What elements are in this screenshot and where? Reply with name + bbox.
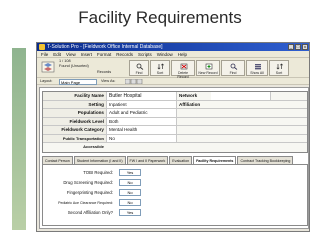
- new-record-label: New Record: [198, 71, 218, 75]
- facility-requirements-panel: TOBI Required: Yes Drug Screening Requir…: [42, 164, 308, 226]
- menu-help[interactable]: Help: [178, 51, 187, 57]
- requirement-row: TOBI Required: Yes: [49, 169, 169, 176]
- layout-bar: Layout: Main Page View As:: [37, 78, 309, 85]
- requirement-row: Drug Screening Required: No: [49, 179, 169, 186]
- facility-name-field[interactable]: Butler Hospital: [107, 92, 177, 100]
- requirement-label: TOBI Required:: [83, 170, 113, 175]
- fieldwork-category-label: Fieldwork Category: [43, 126, 107, 134]
- sort-records-label: Sort: [275, 71, 283, 75]
- requirement-label: Drug Screening Required:: [63, 180, 113, 185]
- app-icon: [39, 44, 45, 50]
- tab-evaluation[interactable]: Evaluation: [169, 156, 193, 164]
- show-all-label: Show All: [250, 71, 264, 75]
- menu-insert[interactable]: Insert: [81, 51, 92, 57]
- public-transportation-field[interactable]: No: [107, 134, 177, 142]
- new-record-button[interactable]: New Record: [196, 60, 220, 76]
- menu-scripts[interactable]: Scripts: [138, 51, 152, 57]
- find-button-label: Find: [135, 71, 143, 75]
- app-window: T-Solution Pro - [Fieldwork Office Inter…: [36, 42, 310, 232]
- requirement-value-field[interactable]: No: [119, 179, 141, 186]
- record-navigator-icon[interactable]: [41, 61, 55, 75]
- populations-field[interactable]: Adult and Pediatric: [107, 109, 177, 117]
- network-affiliation-field[interactable]: [211, 92, 271, 100]
- slide-title: Facility Requirements: [78, 8, 242, 27]
- requirement-label: Pediatric Ace Clearance Required:: [58, 201, 113, 205]
- field-row-setting: Setting Inpatient: [43, 100, 307, 109]
- new-record-icon: [205, 63, 213, 70]
- tab-facility-requirements[interactable]: Facility Requirements: [193, 156, 237, 164]
- window-title: T-Solution Pro - [Fieldwork Office Inter…: [47, 44, 163, 50]
- facility-details-panel: Facility Name Butler Hospital Network Af…: [42, 91, 308, 153]
- sort-records-icon: [276, 63, 284, 70]
- requirement-row: Pediatric Ace Clearance Required: No: [49, 199, 169, 206]
- tab-contact-person[interactable]: Contact Person: [42, 156, 73, 164]
- sort-button[interactable]: Sort: [150, 60, 170, 76]
- view-as-form-icon[interactable]: [124, 78, 143, 86]
- network-affiliation-label: Network Affiliation: [179, 93, 201, 107]
- field-row-public-transportation: Public Transportation Accessible No: [43, 134, 307, 149]
- fieldwork-category-field[interactable]: Mental Health: [107, 126, 177, 134]
- requirement-value-field[interactable]: No: [119, 199, 141, 206]
- setting-field[interactable]: Inpatient: [107, 100, 177, 108]
- maximize-button[interactable]: □: [295, 44, 301, 50]
- facility-name-label: Facility Name: [43, 92, 107, 100]
- sort-button-label: Sort: [156, 71, 164, 75]
- tab-bar: Contact Person Student Information (I an…: [42, 156, 308, 164]
- show-all-button[interactable]: Show All: [246, 60, 268, 76]
- field-row-populations: Populations Adult and Pediatric: [43, 109, 307, 118]
- find-records-label: Find: [229, 71, 237, 75]
- requirement-row: Fingerprinting Required: No: [49, 189, 169, 196]
- requirement-value-field[interactable]: Yes: [119, 169, 141, 176]
- setting-label: Setting: [43, 100, 107, 108]
- toolbar: 1 / 108 Found (Unsorted) Records Find So…: [37, 58, 309, 79]
- window-controls: _ □ x: [288, 44, 308, 50]
- minimize-button[interactable]: _: [288, 44, 294, 50]
- tab-contract-tracking[interactable]: Contract Tracking Bookkeeping: [237, 156, 294, 164]
- close-button[interactable]: x: [302, 44, 308, 50]
- records-label: Records: [97, 70, 112, 74]
- populations-label: Populations: [43, 109, 107, 117]
- public-transportation-label: Public Transportation Accessible: [43, 134, 107, 149]
- field-row-fieldwork-category: Fieldwork Category Mental Health: [43, 126, 307, 135]
- find-records-icon: [230, 63, 238, 70]
- tab-fw-paperwork[interactable]: FW I and II Paperwork: [126, 156, 169, 164]
- find-button[interactable]: Find: [129, 60, 149, 76]
- sort-records-button[interactable]: Sort: [269, 60, 289, 76]
- requirement-label: Second Affiliation Only?: [67, 210, 113, 215]
- slide-accent-bar: [12, 48, 26, 230]
- delete-icon: [180, 63, 188, 70]
- menu-file[interactable]: File: [41, 51, 48, 57]
- delete-record-button[interactable]: Delete Record: [171, 60, 195, 79]
- menu-records[interactable]: Records: [116, 51, 133, 57]
- requirement-value-field[interactable]: No: [119, 189, 141, 196]
- menu-window[interactable]: Window: [157, 51, 173, 57]
- sort-icon: [157, 63, 165, 70]
- magnifier-icon: [136, 63, 144, 70]
- field-row-facility-name: Facility Name Butler Hospital Network Af…: [43, 92, 307, 107]
- menu-format[interactable]: Format: [97, 51, 111, 57]
- fieldwork-level-field[interactable]: Both: [107, 117, 177, 125]
- record-status: Found (Unsorted): [59, 64, 89, 68]
- menu-bar: File Edit View Insert Format Records Scr…: [37, 51, 309, 58]
- requirement-value-field[interactable]: Yes: [119, 209, 141, 216]
- menu-view[interactable]: View: [66, 51, 76, 57]
- requirement-label: Fingerprinting Required:: [66, 190, 113, 195]
- fieldwork-level-label: Fieldwork Level: [43, 117, 107, 125]
- show-all-icon: [254, 63, 262, 70]
- window-titlebar: T-Solution Pro - [Fieldwork Office Inter…: [37, 43, 309, 51]
- layout-select[interactable]: Main Page: [59, 78, 97, 85]
- view-as-label: View As:: [101, 79, 116, 83]
- find-records-button[interactable]: Find: [221, 60, 245, 76]
- menu-edit[interactable]: Edit: [53, 51, 61, 57]
- requirement-row: Second Affiliation Only? Yes: [49, 209, 169, 216]
- record-content: Facility Name Butler Hospital Network Af…: [39, 87, 309, 229]
- tab-student-information[interactable]: Student Information (I and II): [73, 156, 126, 164]
- layout-label: Layout:: [40, 79, 53, 83]
- field-row-fieldwork-level: Fieldwork Level Both: [43, 117, 307, 126]
